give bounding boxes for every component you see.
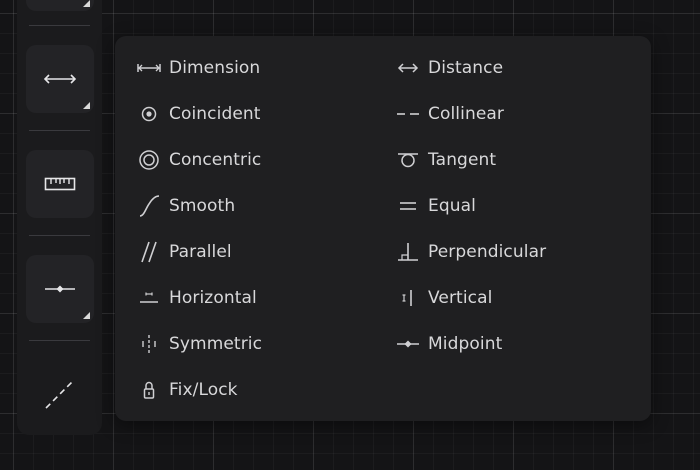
menu-item-label: Smooth	[169, 196, 236, 216]
equal-icon	[396, 196, 420, 216]
toolbar-divider	[29, 130, 90, 131]
submenu-indicator-icon	[83, 102, 90, 109]
parallel-icon	[137, 241, 161, 263]
menu-item-concentric[interactable]: Concentric	[137, 145, 261, 175]
dimension-tool-button[interactable]	[26, 45, 94, 113]
menu-item-label: Fix/Lock	[169, 380, 238, 400]
menu-item-smooth[interactable]: Smooth	[137, 191, 235, 221]
menu-item-label: Tangent	[428, 150, 497, 170]
menu-item-parallel[interactable]: Parallel	[137, 237, 232, 267]
constraint-tool-button[interactable]	[26, 255, 94, 323]
submenu-indicator-icon	[83, 312, 90, 319]
perpendicular-icon	[396, 242, 420, 262]
construction-line-tool-button[interactable]	[26, 360, 94, 428]
measure-tool-button[interactable]	[26, 150, 94, 218]
menu-item-horizontal[interactable]: Horizontal	[137, 283, 257, 313]
menu-item-collinear[interactable]: Collinear	[396, 99, 504, 129]
dashed-line-icon	[43, 377, 77, 411]
menu-item-vertical[interactable]: Vertical	[396, 283, 492, 313]
menu-item-fix-lock[interactable]: Fix/Lock	[137, 375, 238, 405]
menu-item-tangent[interactable]: Tangent	[396, 145, 496, 175]
menu-item-midpoint[interactable]: Midpoint	[396, 329, 502, 359]
menu-item-dimension[interactable]: Dimension	[137, 53, 260, 83]
menu-item-label: Horizontal	[169, 288, 257, 308]
tangent-icon	[396, 150, 420, 170]
menu-item-label: Coincident	[169, 104, 261, 124]
symmetric-icon	[137, 334, 161, 354]
menu-item-label: Collinear	[428, 104, 504, 124]
smooth-icon	[137, 195, 161, 217]
collinear-icon	[396, 104, 420, 124]
menu-item-coincident[interactable]: Coincident	[137, 99, 261, 129]
menu-item-label: Vertical	[428, 288, 493, 308]
distance-icon	[396, 58, 420, 78]
coincident-icon	[137, 104, 161, 124]
midpoint-icon	[396, 334, 420, 354]
toolbar-divider	[29, 340, 90, 341]
menu-item-label: Midpoint	[428, 334, 503, 354]
dimension-icon	[137, 58, 161, 78]
menu-item-label: Symmetric	[169, 334, 263, 354]
menu-item-symmetric[interactable]: Symmetric	[137, 329, 262, 359]
menu-item-label: Equal	[428, 196, 476, 216]
horizontal-icon	[137, 288, 161, 308]
vertical-icon	[396, 288, 420, 308]
concentric-icon	[137, 150, 161, 170]
menu-item-label: Perpendicular	[428, 242, 547, 262]
menu-item-perpendicular[interactable]: Perpendicular	[396, 237, 546, 267]
submenu-indicator-icon	[83, 0, 90, 7]
menu-item-distance[interactable]: Distance	[396, 53, 503, 83]
midpoint-icon	[44, 283, 76, 295]
menu-item-label: Parallel	[169, 242, 232, 262]
hidden-tool-button[interactable]	[26, 0, 94, 11]
toolbar-divider	[29, 25, 90, 26]
menu-item-label: Dimension	[169, 58, 261, 78]
toolbar-divider	[29, 235, 90, 236]
lock-icon	[137, 380, 161, 400]
menu-item-label: Distance	[428, 58, 504, 78]
ruler-icon	[44, 176, 76, 192]
tool-palette	[17, 0, 102, 435]
menu-item-label: Concentric	[169, 150, 262, 170]
constraints-menu: Dimension Distance Coincident Collinear …	[115, 36, 651, 421]
arrows-horizontal-icon	[43, 72, 77, 86]
menu-item-equal[interactable]: Equal	[396, 191, 476, 221]
